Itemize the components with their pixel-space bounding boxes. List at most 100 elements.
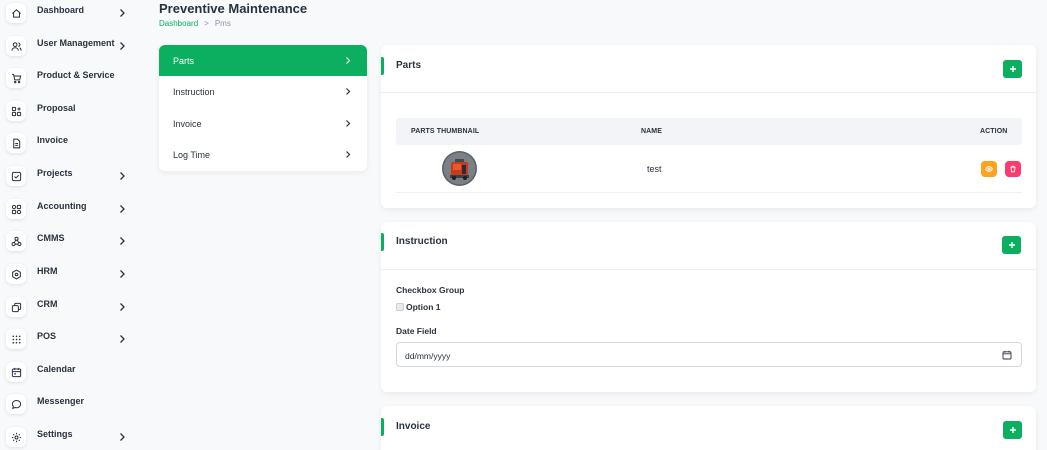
menu-item-parts[interactable]: Parts: [159, 45, 367, 76]
grid-icon: [6, 199, 26, 219]
invoice-card: Invoice: [381, 406, 1036, 450]
sidebar-item-product-service[interactable]: Product & Service: [0, 65, 140, 91]
breadcrumb-separator: >: [204, 19, 209, 28]
chevron-right-icon: [118, 235, 126, 247]
chevron-right-icon: [345, 87, 351, 96]
cart-icon: [6, 68, 26, 88]
sidebar-item-label: Proposal: [37, 103, 76, 113]
sidebar-item-accounting[interactable]: Accounting: [0, 196, 140, 222]
chevron-right-icon: [118, 333, 126, 345]
breadcrumb-dashboard-link[interactable]: Dashboard: [159, 19, 198, 28]
sidebar: Dashboard User Management Product & Serv…: [0, 0, 140, 450]
sidebar-item-projects[interactable]: Projects: [0, 163, 140, 189]
sidebar-item-label: Dashboard: [37, 5, 85, 15]
layers-icon: [6, 297, 26, 317]
sidebar-item-label: Calendar: [37, 364, 76, 374]
sidebar-item-label: Settings: [37, 429, 73, 439]
sidebar-item-hrm[interactable]: HRM: [0, 261, 140, 287]
sidebar-item-pos[interactable]: POS: [0, 326, 140, 352]
instruction-card: Instruction Checkbox Group Option 1 Date…: [381, 222, 1036, 392]
sidebar-item-label: Invoice: [37, 135, 69, 145]
network-icon: [6, 231, 26, 251]
chevron-right-icon: [118, 431, 126, 443]
add-instruction-button[interactable]: [1002, 236, 1021, 254]
card-accent-bar: [381, 233, 384, 251]
chevron-right-icon: [118, 40, 126, 52]
file-icon: [6, 133, 26, 153]
users-icon: [6, 36, 26, 56]
menu-item-label: Log Time: [173, 150, 211, 160]
chevron-right-icon: [118, 203, 126, 215]
option-1-label: Option 1: [406, 302, 441, 312]
plus-icon: [1009, 66, 1016, 72]
sidebar-item-dashboard[interactable]: Dashboard: [0, 0, 140, 26]
chevron-right-icon: [345, 119, 351, 128]
sidebar-item-label: CMMS: [37, 233, 65, 243]
card-accent-bar: [381, 418, 384, 436]
column-header-name: NAME: [641, 128, 663, 135]
parts-card: Parts PARTS THUMBNAIL NAME ACTION test: [381, 45, 1036, 208]
part-thumbnail[interactable]: [442, 151, 477, 186]
proposal-icon: [6, 101, 26, 121]
view-button[interactable]: [981, 161, 997, 177]
calendar-icon: [6, 362, 26, 382]
breadcrumb: Dashboard > Pms: [159, 19, 231, 28]
checkbox-group-label: Checkbox Group: [396, 285, 465, 295]
trash-icon: [1010, 165, 1016, 173]
gear-icon: [6, 427, 26, 447]
parts-title: Parts: [396, 60, 422, 71]
plus-icon: [1009, 427, 1016, 433]
sidebar-item-label: Product & Service: [37, 70, 115, 80]
menu-item-label: Instruction: [173, 87, 215, 97]
menu-item-instruction[interactable]: Instruction: [159, 76, 367, 107]
sidebar-item-label: POS: [37, 331, 57, 341]
sidebar-item-calendar[interactable]: Calendar: [0, 359, 140, 385]
sidebar-item-messenger[interactable]: Messenger: [0, 391, 140, 417]
sidebar-item-label: Messenger: [37, 396, 85, 406]
chat-icon: [6, 394, 26, 414]
chevron-right-icon: [118, 7, 126, 19]
checkbox-icon: [6, 166, 26, 186]
date-placeholder: dd/mm/yyyy: [405, 351, 451, 361]
menu-item-invoice[interactable]: Invoice: [159, 108, 367, 139]
delete-button[interactable]: [1005, 161, 1021, 177]
card-divider: [381, 92, 1036, 93]
chevron-right-icon: [118, 268, 126, 280]
add-part-button[interactable]: [1003, 60, 1022, 78]
column-header-action: ACTION: [980, 128, 1008, 135]
section-menu: Parts Instruction Invoice Log Time: [159, 45, 367, 171]
sidebar-item-invoice[interactable]: Invoice: [0, 130, 140, 156]
breadcrumb-current: Pms: [214, 19, 231, 28]
date-input[interactable]: dd/mm/yyyy: [396, 342, 1022, 367]
option-1-checkbox[interactable]: [396, 303, 404, 311]
calendar-icon: [1002, 350, 1012, 360]
sidebar-item-crm[interactable]: CRM: [0, 294, 140, 320]
chevron-right-icon: [118, 301, 126, 313]
invoice-title: Invoice: [396, 421, 431, 432]
instruction-title: Instruction: [396, 236, 448, 247]
menu-item-label: Parts: [173, 56, 195, 66]
hexagon-icon: [6, 264, 26, 284]
eye-icon: [985, 166, 993, 172]
sidebar-item-user-management[interactable]: User Management: [0, 33, 140, 59]
parts-table-header: PARTS THUMBNAIL NAME ACTION: [396, 118, 1022, 145]
card-accent-bar: [381, 57, 384, 75]
dots-grid-icon: [6, 329, 26, 349]
sidebar-item-cmms[interactable]: CMMS: [0, 228, 140, 254]
date-field-label: Date Field: [396, 326, 437, 336]
chevron-right-icon: [345, 56, 351, 65]
chevron-right-icon: [118, 170, 126, 182]
table-row: test: [396, 145, 1022, 193]
add-invoice-button[interactable]: [1003, 421, 1022, 439]
sidebar-item-label: HRM: [37, 266, 58, 276]
menu-item-log-time[interactable]: Log Time: [159, 139, 367, 170]
sidebar-item-settings[interactable]: Settings: [0, 424, 140, 450]
menu-item-label: Invoice: [173, 119, 202, 129]
home-icon: [6, 3, 26, 23]
sidebar-item-proposal[interactable]: Proposal: [0, 98, 140, 124]
part-name: test: [647, 164, 662, 174]
chevron-right-icon: [345, 150, 351, 159]
page-title: Preventive Maintenance: [159, 1, 308, 16]
column-header-thumbnail: PARTS THUMBNAIL: [411, 128, 480, 135]
plus-icon: [1008, 242, 1015, 248]
